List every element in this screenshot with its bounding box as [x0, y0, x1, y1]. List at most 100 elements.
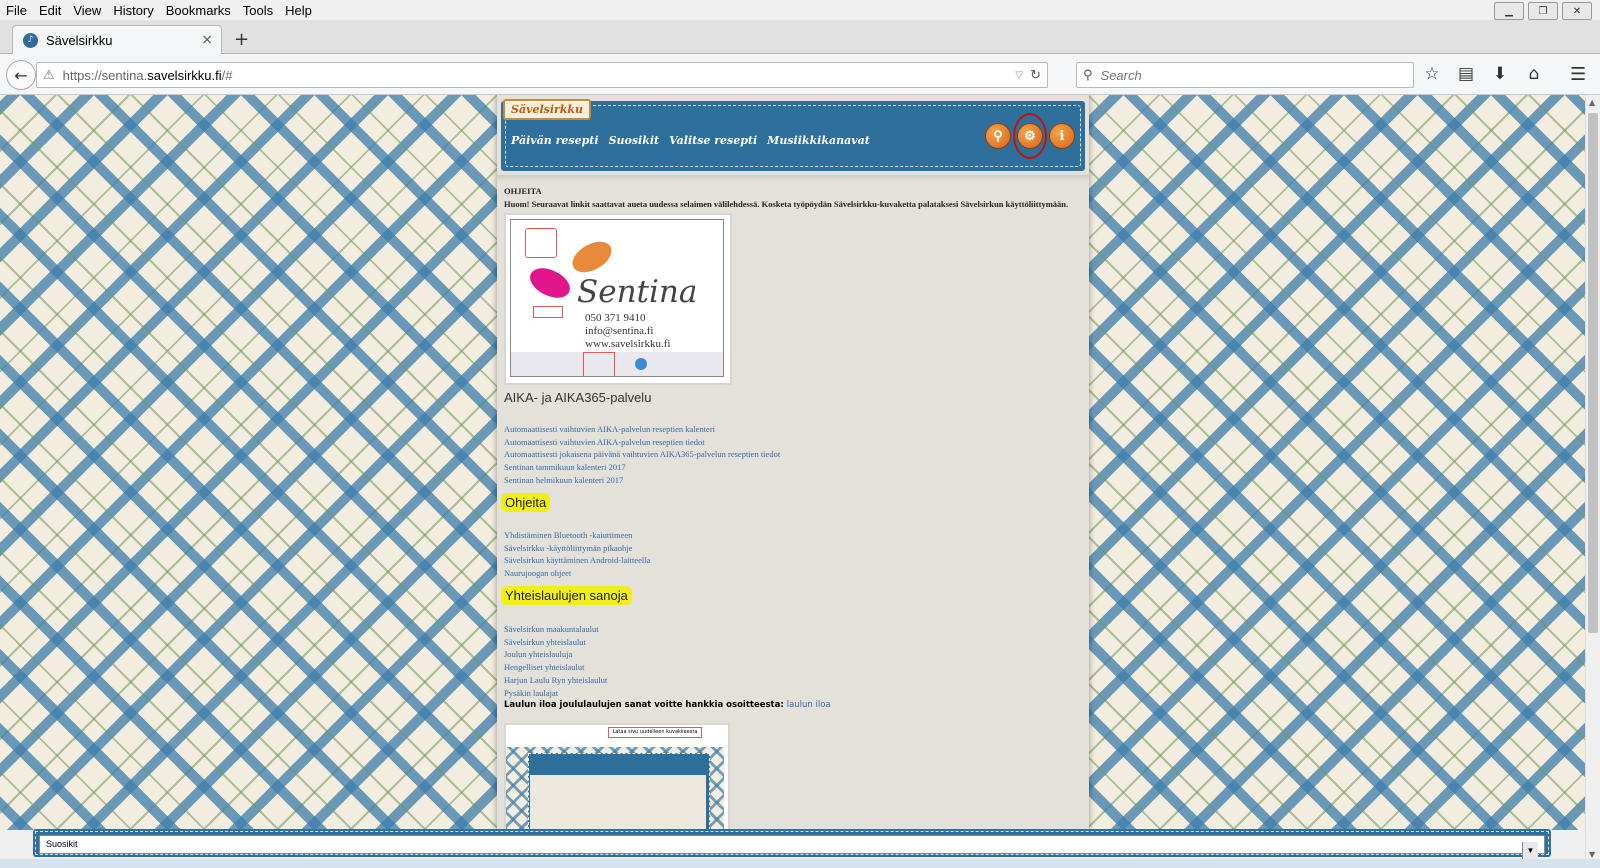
link-joulun-yhteislauluja[interactable]: Joulun yhteislauluja: [504, 648, 607, 661]
sentina-contact: 050 371 9410 info@sentina.fi www.savelsi…: [585, 312, 670, 351]
link-tammikuu-2017[interactable]: Sentinan tammikuun kalenteri 2017: [504, 461, 780, 474]
link-android[interactable]: Sävelsirkun käyttäminen Android-laitteel…: [504, 554, 650, 567]
scrollbar-thumb[interactable]: [1588, 113, 1598, 633]
sentina-email: info@sentina.fi: [585, 325, 654, 337]
sentina-brand: Sentina: [577, 274, 698, 310]
safari-icon: [635, 358, 647, 370]
laulun-iloa-line: Laulun iloa joululaulujen sanat voitte h…: [504, 700, 831, 710]
notice-text: Huom! Seuraavat linkit saattavat aueta u…: [504, 199, 1069, 209]
link-laulun-iloa[interactable]: laulun iloa: [787, 700, 831, 710]
app-logo[interactable]: Sävelsirkku: [503, 99, 592, 120]
nav-valitse-resepti[interactable]: Valitse resepti: [669, 134, 757, 147]
chevron-down-icon[interactable]: ▼: [1522, 842, 1538, 859]
downloads-icon[interactable]: ⬇: [1490, 64, 1510, 84]
magenta-leaf-shape: [525, 260, 575, 306]
tab-close-icon[interactable]: ×: [201, 32, 213, 48]
link-aika-kalenteri[interactable]: Automaattisesti vaihtuvien AIKA-palvelun…: [504, 423, 780, 436]
reload-icon[interactable]: ↻: [1030, 68, 1041, 83]
menu-help[interactable]: Help: [279, 3, 318, 18]
sanoja-heading: Yhteislaulujen sanoja: [501, 586, 632, 605]
tab-savelsirkku[interactable]: ♪ Sävelsirkku ×: [12, 25, 222, 54]
link-aika365-tiedot[interactable]: Automaattisesti jokaisena päivänä vaihtu…: [504, 448, 780, 461]
laulun-iloa-text: Laulun iloa joululaulujen sanat voitte h…: [504, 700, 787, 710]
search-icon: ⚲: [1083, 67, 1093, 83]
navigation-bar: ← ⚠ https://sentina.savelsirkku.fi/# ▽ ↻…: [0, 54, 1600, 95]
menu-view[interactable]: View: [67, 3, 107, 18]
link-naurujooga[interactable]: Naurujoogan ohjeet: [504, 567, 650, 580]
favicon-icon: ♪: [23, 32, 38, 48]
link-hengelliset[interactable]: Hengelliset yhteislaulut: [504, 661, 607, 674]
header-shadow: [497, 175, 1089, 181]
bookmark-star-icon[interactable]: ☆: [1422, 64, 1442, 84]
annotation-circle: [1013, 113, 1047, 159]
magnifier-icon: ⚲: [993, 128, 1003, 144]
settings-button-wrap: ⚙: [1013, 113, 1047, 159]
nav-musiikkikanavat[interactable]: Musiikkikanavat: [767, 134, 870, 147]
url-dropdown-icon[interactable]: ▽: [1015, 70, 1023, 81]
ohjeita-heading: Ohjeita: [501, 493, 551, 512]
menu-bookmarks[interactable]: Bookmarks: [160, 3, 237, 18]
link-aika-tiedot[interactable]: Automaattisesti vaihtuvien AIKA-palvelun…: [504, 436, 780, 449]
sentina-screenshot-image: Sentina 050 371 9410 info@sentina.fi www…: [504, 213, 732, 385]
menu-tools[interactable]: Tools: [237, 3, 279, 18]
search-button[interactable]: ⚲: [985, 123, 1011, 149]
app-header: Sävelsirkku Päivän resepti Suosikit Vali…: [501, 99, 1085, 171]
bottom-select-bar: Suosikit ▼: [33, 829, 1551, 859]
red-dock-box: [583, 352, 615, 376]
os-taskbar: [0, 859, 1600, 868]
orange-leaf-shape: [567, 237, 617, 277]
favorites-select[interactable]: Suosikit ▼: [39, 835, 1545, 859]
link-helmikuu-2017[interactable]: Sentinan helmikuun kalenteri 2017: [504, 474, 780, 487]
link-harjun-laulu[interactable]: Harjun Laulu Ryn yhteislaulut: [504, 674, 607, 687]
search-bar[interactable]: ⚲: [1076, 62, 1414, 88]
link-pysakin-laulajat[interactable]: Pysäkin laulajat: [504, 687, 607, 700]
page-viewport: Sävelsirkku Päivän resepti Suosikit Vali…: [0, 95, 1585, 830]
home-icon[interactable]: ⌂: [1524, 64, 1544, 84]
app-nav: Päivän resepti Suosikit Valitse resepti …: [511, 134, 870, 147]
app-panel: Sävelsirkku Päivän resepti Suosikit Vali…: [497, 95, 1089, 830]
toolbar-icons: ☆ ▤ ⬇ ⌂: [1422, 64, 1544, 84]
warning-icon[interactable]: ⚠: [43, 68, 55, 83]
url-bar[interactable]: ⚠ https://sentina.savelsirkku.fi/# ▽ ↻: [36, 62, 1048, 88]
reading-list-icon[interactable]: ▤: [1456, 64, 1476, 84]
ohjeita-links: Yhdistäminen Bluetooth -kaiuttimeen Säve…: [504, 529, 650, 580]
reload-instructions-image: Lataa sivu uudelleen kuvakkeesta: [504, 723, 730, 830]
dock-strip: [511, 352, 723, 376]
sanoja-links: Sävelsirkun maakuntalaulut Sävelsirkun y…: [504, 623, 607, 699]
close-window-icon[interactable]: ✕: [1562, 2, 1592, 20]
header-icon-buttons: ⚲ ⚙ i: [985, 113, 1075, 159]
sentina-web: www.savelsirkku.fi: [585, 338, 671, 350]
page-scrollbar[interactable]: ▲ ▼: [1585, 95, 1600, 865]
favorites-select-value: Suosikit: [46, 839, 78, 849]
tab-title: Sävelsirkku: [46, 32, 113, 48]
aika-links: Automaattisesti vaihtuvien AIKA-palvelun…: [504, 423, 780, 487]
red-box-icon: [525, 228, 557, 258]
url-text: https://sentina.savelsirkku.fi/#: [62, 67, 233, 83]
nav-paivan-resepti[interactable]: Päivän resepti: [511, 134, 599, 147]
tab-strip: ♪ Sävelsirkku × +: [0, 20, 1600, 54]
nav-suosikit[interactable]: Suosikit: [609, 134, 660, 147]
minimize-icon[interactable]: ▁: [1494, 2, 1524, 20]
scroll-up-icon[interactable]: ▲: [1589, 98, 1595, 107]
sentina-phone: 050 371 9410: [585, 312, 646, 324]
menu-history[interactable]: History: [107, 3, 159, 18]
link-yhteislaulut[interactable]: Sävelsirkun yhteislaulut: [504, 636, 607, 649]
content-intro: OHJEITA Huom! Seuraavat linkit saattavat…: [504, 185, 1082, 211]
link-bluetooth[interactable]: Yhdistäminen Bluetooth -kaiuttimeen: [504, 529, 650, 542]
info-button[interactable]: i: [1049, 123, 1075, 149]
link-maakuntalaulut[interactable]: Sävelsirkun maakuntalaulut: [504, 623, 607, 636]
menu-file[interactable]: File: [0, 3, 33, 18]
menu-edit[interactable]: Edit: [33, 3, 67, 18]
window-controls: ▁ ❐ ✕: [1494, 2, 1592, 20]
new-tab-button[interactable]: +: [234, 29, 249, 50]
back-arrow-icon: ←: [14, 65, 28, 85]
search-input[interactable]: [1098, 66, 1403, 84]
hamburger-menu-icon[interactable]: ☰: [1570, 64, 1586, 85]
menu-bar: File Edit View History Bookmarks Tools H…: [0, 0, 1600, 20]
link-pikaohje[interactable]: Sävelsirkku -käyttöliittymän pikaohje: [504, 542, 650, 555]
aika-heading: AIKA- ja AIKA365-palvelu: [504, 390, 652, 405]
scroll-down-icon[interactable]: ▼: [1589, 850, 1595, 859]
back-button[interactable]: ←: [6, 60, 36, 90]
restore-icon[interactable]: ❐: [1528, 2, 1558, 20]
ohjeita-small-heading: OHJEITA: [504, 186, 542, 196]
